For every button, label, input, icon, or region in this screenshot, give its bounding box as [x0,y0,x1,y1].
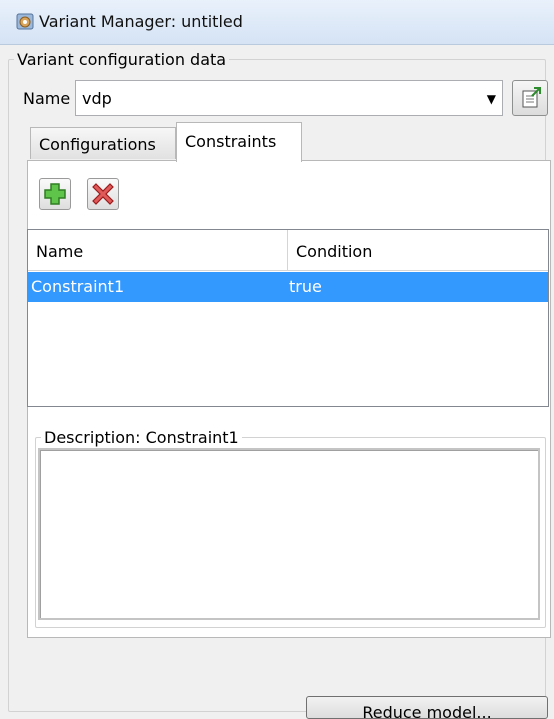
add-icon [44,183,66,205]
name-label: Name [23,89,71,108]
window-title: Variant Manager: untitled [39,12,243,31]
delete-icon [92,183,114,205]
name-combobox[interactable]: vdp ▼ [75,80,503,116]
tab-configurations[interactable]: Configurations [30,127,176,159]
description-textarea[interactable] [38,448,540,620]
export-button[interactable] [512,80,548,116]
add-constraint-button[interactable] [39,178,71,210]
dropdown-arrow-icon[interactable]: ▼ [487,92,496,106]
cell-constraint-condition[interactable]: true [289,277,322,296]
description-legend: Description: Constraint1 [44,428,239,447]
export-icon [522,87,541,108]
delete-constraint-button[interactable] [87,178,119,210]
tab-constraints[interactable]: Constraints [176,122,302,162]
name-value: vdp [82,89,112,108]
variant-configuration-legend: Variant configuration data [17,50,227,69]
column-header-name[interactable]: Name [28,230,288,271]
constraints-table: Name Condition Constraint1 true [27,229,549,407]
table-row[interactable]: Constraint1 true [28,272,548,302]
variant-manager-window: Variant Manager: untitled Variant config… [0,0,554,719]
variant-manager-icon [16,13,34,30]
title-bar: Variant Manager: untitled [0,0,554,45]
column-header-condition[interactable]: Condition [288,230,548,271]
reduce-model-button[interactable]: Reduce model... [306,696,548,719]
cell-constraint-name[interactable]: Constraint1 [31,277,124,296]
